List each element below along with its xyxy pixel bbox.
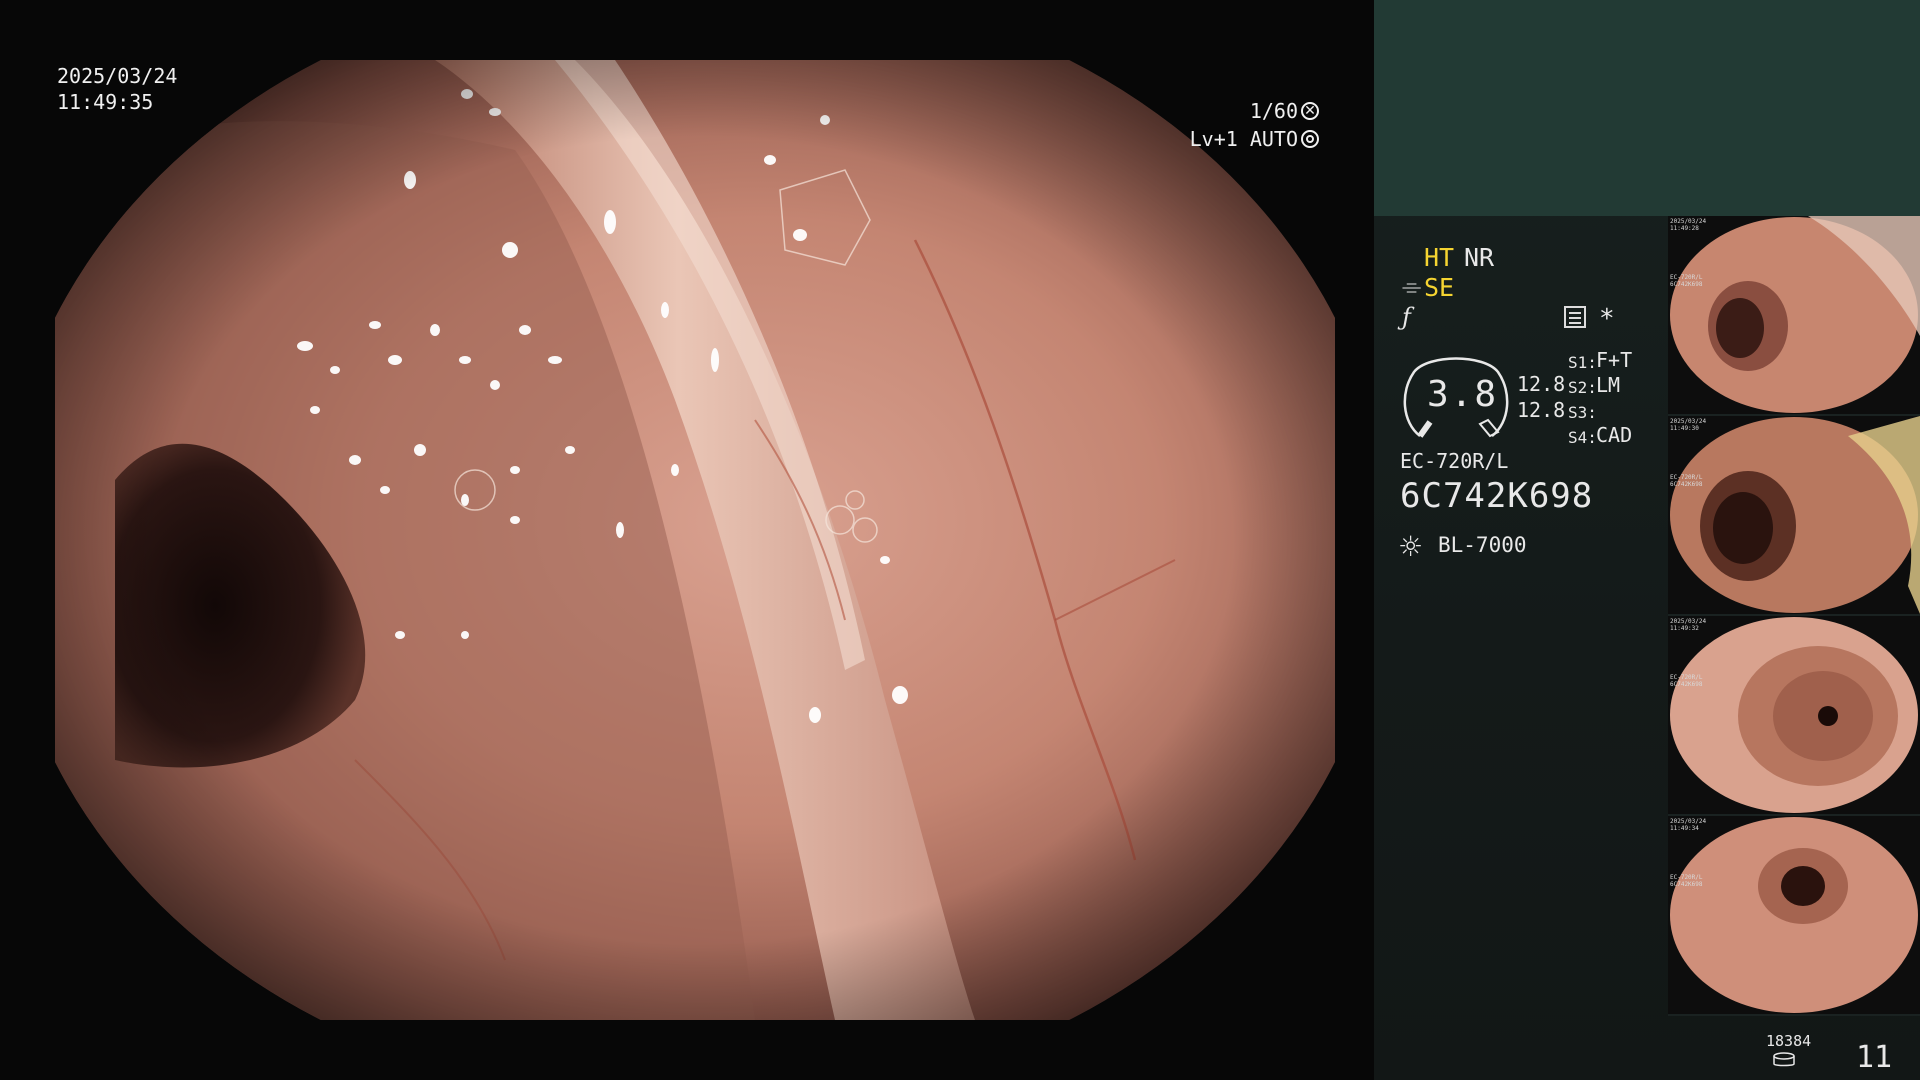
thumbnail-1-caption: 2025/03/24 11:49:28 EC-720R/L 6C742K698 [1670, 218, 1707, 288]
status-side-panel: HT NR ⌯ SE ƒ * 3.8 12.8 12.8 S1: F+T S2:… [1374, 0, 1920, 1080]
mode-nr: NR [1464, 243, 1495, 272]
setting-value-2: 12.8 [1517, 398, 1566, 422]
scope-model: EC-720R/L [1400, 449, 1509, 473]
endoscope-image [55, 60, 1335, 1020]
thumbnail-3[interactable]: 2025/03/24 11:49:32 EC-720R/L 6C742K698 [1668, 616, 1920, 814]
slot-1-label: S1: [1568, 353, 1597, 372]
light-source: BL-7000 [1438, 533, 1527, 557]
osd-exposure: Lv+1 AUTO [1079, 126, 1319, 152]
storage-count: 18384 [1766, 1032, 1812, 1050]
osd-shutter-speed: 1/60 [1079, 98, 1319, 124]
endoscope-live-view: 2025/03/24 11:49:35 1/60 Lv+1 AUTO [0, 0, 1374, 1080]
scope-serial: 6C742K698 [1400, 476, 1594, 516]
zoom-value: 3.8 [1427, 374, 1499, 415]
osd-time: 11:49:35 [57, 90, 154, 114]
panel-header-strip [1374, 0, 1920, 216]
enhancement-icon: ⌯ [1402, 272, 1422, 300]
shutter-icon [1301, 99, 1319, 123]
storage-icon [1773, 1052, 1795, 1067]
slot-4-value: CAD [1596, 423, 1633, 447]
thumbnail-4-caption: 2025/03/24 11:49:34 EC-720R/L 6C742K698 [1670, 818, 1707, 888]
slot-2-label: S2: [1568, 378, 1597, 397]
thumbnail-2-caption: 2025/03/24 11:49:30 EC-720R/L 6C742K698 [1670, 418, 1707, 488]
captured-images-strip: 2025/03/24 11:49:28 EC-720R/L 6C742K698 … [1668, 216, 1920, 1016]
mode-ht: HT [1424, 243, 1455, 272]
light-source-icon: ☼ [1398, 530, 1424, 563]
iris-icon [1301, 130, 1319, 148]
mode-se: SE [1424, 273, 1455, 302]
asterisk-indicator: * [1599, 304, 1615, 334]
thumbnail-2[interactable]: 2025/03/24 11:49:30 EC-720R/L 6C742K698 [1668, 416, 1920, 614]
settings-list-icon [1564, 306, 1586, 328]
setting-value-1: 12.8 [1517, 372, 1566, 396]
slot-4-label: S4: [1568, 428, 1597, 447]
thumbnail-4[interactable]: 2025/03/24 11:49:34 EC-720R/L 6C742K698 [1668, 816, 1920, 1014]
level-value: Lv+1 [1189, 127, 1238, 151]
thumbnail-3-caption: 2025/03/24 11:49:32 EC-720R/L 6C742K698 [1670, 618, 1707, 688]
thumbnail-1[interactable]: 2025/03/24 11:49:28 EC-720R/L 6C742K698 [1668, 216, 1920, 414]
image-count: 11 [1856, 1040, 1893, 1075]
slot-1-value: F+T [1596, 348, 1633, 372]
iris-value: AUTO [1249, 127, 1298, 151]
shutter-value: 1/60 [1249, 99, 1298, 123]
slot-3-label: S3: [1568, 403, 1597, 422]
function-icon: ƒ [1402, 303, 1411, 331]
slot-2-value: LM [1596, 373, 1621, 397]
osd-date: 2025/03/24 [57, 64, 178, 88]
